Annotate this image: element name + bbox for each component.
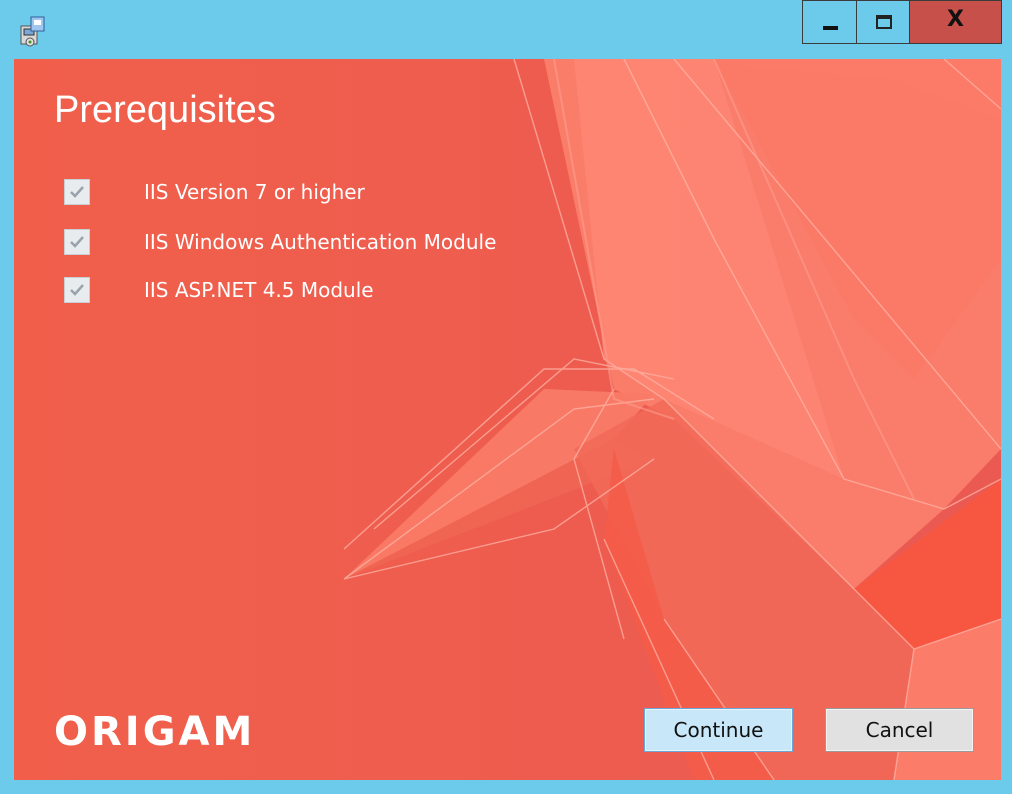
prerequisite-label: IIS ASP.NET 4.5 Module — [144, 278, 374, 302]
maximize-button[interactable] — [856, 0, 910, 44]
prerequisite-checkbox[interactable] — [64, 277, 90, 303]
cancel-button[interactable]: Cancel — [825, 708, 974, 752]
continue-button[interactable]: Continue — [644, 708, 793, 752]
page-title: Prerequisites — [54, 89, 276, 131]
prerequisite-checkbox[interactable] — [64, 229, 90, 255]
prerequisite-label: IIS Version 7 or higher — [144, 180, 365, 204]
prerequisite-label: IIS Windows Authentication Module — [144, 230, 497, 254]
origami-background-art — [14, 59, 1001, 780]
minimize-button[interactable] — [802, 0, 857, 44]
checkmark-icon — [70, 236, 84, 248]
main-panel: Prerequisites IIS Version 7 or higher II… — [14, 59, 1001, 780]
prerequisite-item-windows-auth: IIS Windows Authentication Module — [14, 229, 614, 257]
minimize-icon — [823, 26, 838, 30]
prerequisite-item-iis-version: IIS Version 7 or higher — [14, 179, 614, 207]
origam-logo: ORIGAM — [54, 709, 256, 755]
installer-icon — [18, 14, 48, 48]
prerequisite-item-aspnet: IIS ASP.NET 4.5 Module — [14, 277, 614, 305]
installer-window: X Prerequisites IIS Version 7 or higher … — [0, 0, 1012, 794]
close-icon: X — [947, 7, 964, 32]
checkmark-icon — [70, 186, 84, 198]
close-button[interactable]: X — [909, 0, 1002, 44]
checkmark-icon — [70, 284, 84, 296]
title-bar[interactable]: X — [0, 0, 1012, 59]
prerequisite-checkbox[interactable] — [64, 179, 90, 205]
maximize-icon — [876, 15, 892, 29]
